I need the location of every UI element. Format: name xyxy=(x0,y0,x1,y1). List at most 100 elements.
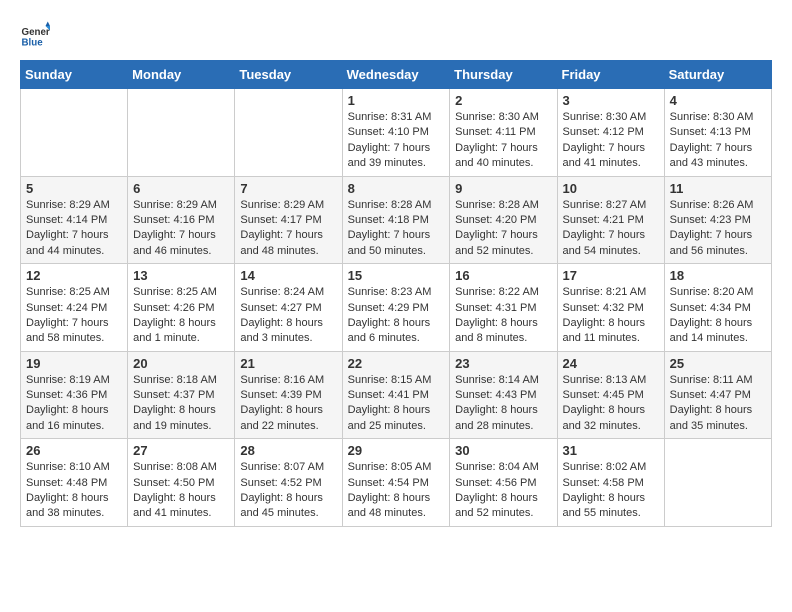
cell-content: Sunrise: 8:14 AMSunset: 4:43 PMDaylight:… xyxy=(455,373,551,435)
cell-content: Sunrise: 8:27 AMSunset: 4:21 PMDaylight:… xyxy=(563,198,659,260)
day-number: 18 xyxy=(670,268,766,283)
cell-content: Sunrise: 8:07 AMSunset: 4:52 PMDaylight:… xyxy=(240,460,336,522)
sunrise: Sunrise: 8:10 AM xyxy=(26,461,110,473)
sunset: Sunset: 4:27 PM xyxy=(240,302,321,314)
sunset: Sunset: 4:41 PM xyxy=(348,389,429,401)
day-number: 4 xyxy=(670,93,766,108)
sunrise: Sunrise: 8:15 AM xyxy=(348,374,432,386)
cell-content: Sunrise: 8:29 AM Sunset: 4:17 PM Daylight:… xyxy=(240,198,336,260)
sunset: Sunset: 4:29 PM xyxy=(348,302,429,314)
cell-content: Sunrise: 8:26 AMSunset: 4:23 PMDaylight:… xyxy=(670,198,766,260)
day-number: 16 xyxy=(455,268,551,283)
daylight: Daylight: 7 hours and 44 minutes. xyxy=(26,229,109,256)
daylight: Daylight: 7 hours and 58 minutes. xyxy=(26,317,109,344)
sunset: Sunset: 4:13 PM xyxy=(670,126,751,138)
cell-content: Sunrise: 8:20 AM Sunset: 4:34 PM Daylight:… xyxy=(670,285,766,347)
sunrise: Sunrise: 8:30 AM xyxy=(455,111,539,123)
day-number: 11 xyxy=(670,181,766,196)
sunrise: Sunrise: 8:26 AM xyxy=(670,199,754,211)
daylight: Daylight: 8 hours and 14 minutes. xyxy=(670,317,753,344)
calendar-cell: 23Sunrise: 8:14 AMSunset: 4:43 PMDayligh… xyxy=(450,351,557,439)
sunrise: Sunrise: 8:20 AM xyxy=(670,286,754,298)
sunrise: Sunrise: 8:30 AM xyxy=(563,111,647,123)
day-number: 8 xyxy=(348,181,445,196)
daylight: Daylight: 8 hours and 45 minutes. xyxy=(240,492,323,519)
sunrise: Sunrise: 8:08 AM xyxy=(133,461,217,473)
calendar-cell: 28Sunrise: 8:07 AMSunset: 4:52 PMDayligh… xyxy=(235,439,342,527)
day-number: 5 xyxy=(26,181,122,196)
weekday-header: Tuesday xyxy=(235,61,342,89)
daylight: Daylight: 8 hours and 1 minute. xyxy=(133,317,216,344)
calendar-cell: 9Sunrise: 8:28 AMSunset: 4:20 PMDaylight… xyxy=(450,176,557,264)
calendar-cell: 17Sunrise: 8:21 AMSunset: 4:32 PMDayligh… xyxy=(557,264,664,352)
sunset: Sunset: 4:16 PM xyxy=(133,214,214,226)
cell-content: Sunrise: 8:30 AM Sunset: 4:12 PM Daylight:… xyxy=(563,110,659,172)
daylight: Daylight: 7 hours and 39 minutes. xyxy=(348,142,431,169)
day-number: 6 xyxy=(133,181,229,196)
sunset: Sunset: 4:17 PM xyxy=(240,214,321,226)
cell-content: Sunrise: 8:30 AMSunset: 4:13 PMDaylight:… xyxy=(670,110,766,172)
sunset: Sunset: 4:12 PM xyxy=(563,126,644,138)
sunrise: Sunrise: 8:28 AM xyxy=(348,199,432,211)
daylight: Daylight: 8 hours and 8 minutes. xyxy=(455,317,538,344)
sunrise: Sunrise: 8:18 AM xyxy=(133,374,217,386)
cell-content: Sunrise: 8:28 AMSunset: 4:18 PMDaylight:… xyxy=(348,198,445,260)
daylight: Daylight: 8 hours and 38 minutes. xyxy=(26,492,109,519)
daylight: Daylight: 7 hours and 46 minutes. xyxy=(133,229,216,256)
day-number: 27 xyxy=(133,443,229,458)
sunrise: Sunrise: 8:29 AM xyxy=(240,199,324,211)
calendar-cell: 22Sunrise: 8:15 AMSunset: 4:41 PMDayligh… xyxy=(342,351,450,439)
sunrise: Sunrise: 8:23 AM xyxy=(348,286,432,298)
sunset: Sunset: 4:47 PM xyxy=(670,389,751,401)
day-number: 14 xyxy=(240,268,336,283)
day-number: 2 xyxy=(455,93,551,108)
cell-content: Sunrise: 8:30 AMSunset: 4:11 PMDaylight:… xyxy=(455,110,551,172)
cell-content: Sunrise: 8:25 AMSunset: 4:24 PMDaylight:… xyxy=(26,285,122,347)
sunset: Sunset: 4:58 PM xyxy=(563,477,644,489)
calendar-week-row: 5Sunrise: 8:29 AMSunset: 4:14 PMDaylight… xyxy=(21,176,772,264)
weekday-header: Monday xyxy=(128,61,235,89)
sunset: Sunset: 4:36 PM xyxy=(26,389,107,401)
calendar-cell xyxy=(128,89,235,177)
day-number: 7 xyxy=(240,181,336,196)
sunrise: Sunrise: 8:25 AM xyxy=(133,286,217,298)
sunset: Sunset: 4:45 PM xyxy=(563,389,644,401)
day-number: 13 xyxy=(133,268,229,283)
calendar-cell xyxy=(21,89,128,177)
sunset: Sunset: 4:39 PM xyxy=(240,389,321,401)
calendar-cell: 26Sunrise: 8:10 AMSunset: 4:48 PMDayligh… xyxy=(21,439,128,527)
calendar-cell: 29Sunrise: 8:05 AMSunset: 4:54 PMDayligh… xyxy=(342,439,450,527)
sunset: Sunset: 4:26 PM xyxy=(133,302,214,314)
day-number: 19 xyxy=(26,356,122,371)
calendar-cell: 2 Sunrise: 8:30 AMSunset: 4:11 PMDaylight… xyxy=(450,89,557,177)
sunset: Sunset: 4:34 PM xyxy=(670,302,751,314)
logo-icon: General Blue xyxy=(20,20,50,50)
calendar-cell: 31Sunrise: 8:02 AMSunset: 4:58 PMDayligh… xyxy=(557,439,664,527)
weekday-header: Wednesday xyxy=(342,61,450,89)
cell-content: Sunrise: 8:31 AMSunset: 4:10 PMDaylight:… xyxy=(348,110,445,172)
weekday-header: Sunday xyxy=(21,61,128,89)
calendar-cell: 8 Sunrise: 8:28 AMSunset: 4:18 PMDaylight… xyxy=(342,176,450,264)
calendar-cell: 18 Sunrise: 8:20 AM Sunset: 4:34 PM Dayligh… xyxy=(664,264,771,352)
calendar-cell: 4Sunrise: 8:30 AMSunset: 4:13 PMDaylight… xyxy=(664,89,771,177)
sunrise: Sunrise: 8:13 AM xyxy=(563,374,647,386)
sunrise: Sunrise: 8:14 AM xyxy=(455,374,539,386)
daylight: Daylight: 8 hours and 22 minutes. xyxy=(240,404,323,431)
sunrise: Sunrise: 8:30 AM xyxy=(670,111,754,123)
calendar-cell: 14Sunrise: 8:24 AMSunset: 4:27 PMDayligh… xyxy=(235,264,342,352)
day-number: 12 xyxy=(26,268,122,283)
day-number: 1 xyxy=(348,93,445,108)
cell-content: Sunrise: 8:16 AMSunset: 4:39 PMDaylight:… xyxy=(240,373,336,435)
sunset: Sunset: 4:32 PM xyxy=(563,302,644,314)
daylight: Daylight: 8 hours and 32 minutes. xyxy=(563,404,646,431)
day-number: 25 xyxy=(670,356,766,371)
daylight: Daylight: 7 hours and 48 minutes. xyxy=(240,229,323,256)
day-number: 20 xyxy=(133,356,229,371)
calendar-week-row: 19Sunrise: 8:19 AMSunset: 4:36 PMDayligh… xyxy=(21,351,772,439)
calendar-week-row: 1 Sunrise: 8:31 AMSunset: 4:10 PMDaylight… xyxy=(21,89,772,177)
cell-content: Sunrise: 8:02 AMSunset: 4:58 PMDaylight:… xyxy=(563,460,659,522)
sunset: Sunset: 4:43 PM xyxy=(455,389,536,401)
day-number: 15 xyxy=(348,268,445,283)
daylight: Daylight: 7 hours and 41 minutes. xyxy=(563,142,646,169)
calendar-cell: 19Sunrise: 8:19 AMSunset: 4:36 PMDayligh… xyxy=(21,351,128,439)
